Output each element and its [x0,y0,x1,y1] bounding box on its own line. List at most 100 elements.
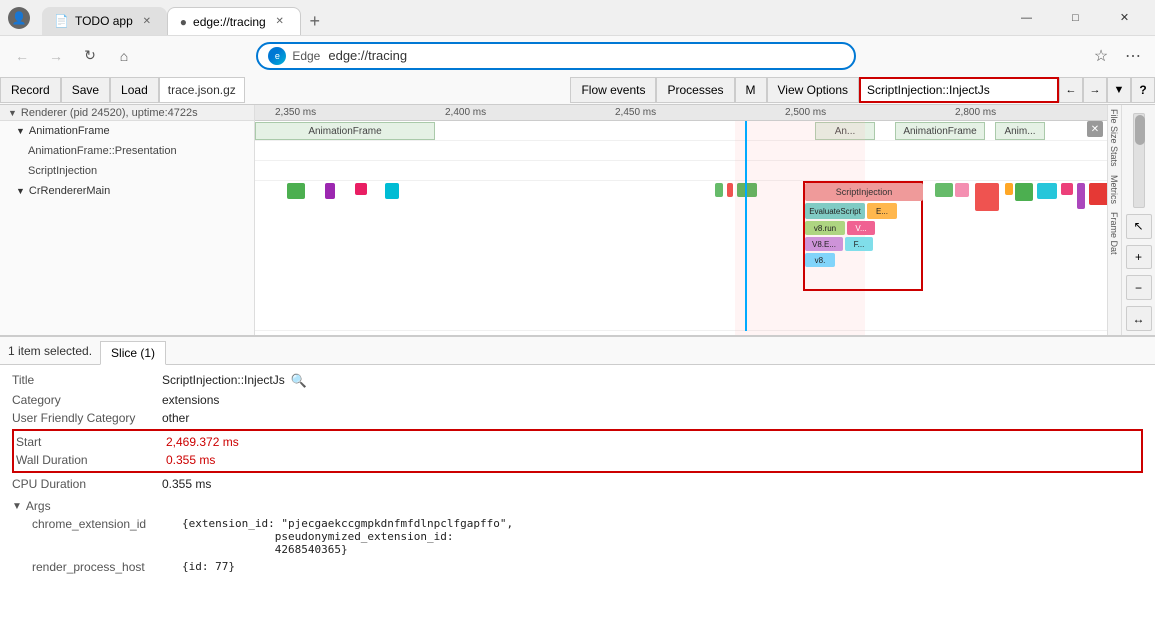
cr-block-green2[interactable] [715,183,723,197]
zoom-out-tool[interactable]: − [1126,275,1152,300]
slice-tab[interactable]: Slice (1) [100,341,166,365]
tab-todo-close[interactable]: ✕ [139,13,155,29]
view-options-button[interactable]: View Options [767,77,859,103]
v-block[interactable]: V... [847,221,875,235]
ms-label-3: 2,450 ms [615,107,656,118]
cr-block-green5[interactable] [1015,183,1033,201]
cr-block-pink3[interactable] [1061,183,1073,195]
wall-duration-label: Wall Duration [16,453,166,467]
evaluate-script-block[interactable]: EvaluateScript [805,203,865,219]
script-injection-label: ScriptInjection [28,165,97,177]
renderer-arrow: ▼ [8,108,17,118]
search-help-button[interactable]: ? [1131,77,1155,103]
args-arrow[interactable]: ▼ [12,501,22,512]
m-button[interactable]: M [735,77,767,103]
maximize-button[interactable]: □ [1053,2,1098,34]
cr-renderer-label: CrRendererMain [29,185,110,197]
anim-presentation-track[interactable] [255,141,1107,161]
search-link-icon[interactable]: 🔍 [291,373,307,389]
tab-todo[interactable]: 📄 TODO app ✕ [42,7,167,35]
file-size-stats-label[interactable]: File Size Stats [1108,105,1121,171]
v8-run-block[interactable]: v8.run [805,221,845,235]
user-friendly-label: User Friendly Category [12,411,162,425]
cr-block-orange1[interactable] [1005,183,1013,195]
user-friendly-row: User Friendly Category other [12,409,1143,427]
args-val-1: {extension_id: "pjecgaekccgmpkdnfmfdlnpc… [182,517,513,556]
title-field-label: Title [12,373,162,387]
load-button[interactable]: Load [110,77,159,103]
panel-content: Title ScriptInjection::InjectJs 🔍 Catego… [0,365,1155,582]
metrics-label[interactable]: Metrics [1108,171,1121,208]
vscrollbar[interactable] [1133,113,1145,208]
cr-block-purple1[interactable] [325,183,335,199]
cr-block-red3[interactable] [1089,183,1107,205]
profile-icon[interactable]: 👤 [8,7,30,29]
edge-logo: e [268,47,286,65]
cr-block-purple2[interactable] [1077,183,1085,209]
v8-block2[interactable]: v8. [805,253,835,267]
cr-block-red2[interactable] [975,183,999,211]
args-key-1: chrome_extension_id [32,517,182,556]
ms-label-1: 2,350 ms [275,107,316,118]
pointer-tool[interactable]: ↖ [1126,214,1152,239]
cr-block-teal2[interactable] [1037,183,1057,199]
search-prev-button[interactable]: ← [1059,77,1083,103]
close-button[interactable]: ✕ [1102,2,1147,34]
record-button[interactable]: Record [0,77,61,103]
minimize-button[interactable]: — [1004,2,1049,34]
cr-renderer-row[interactable]: ▼ CrRendererMain [0,181,254,201]
cr-block-green4[interactable] [935,183,953,197]
renderer-row: ▼ Renderer (pid 24520), uptime:4722s [0,105,254,121]
cr-block-green3[interactable] [737,183,757,197]
frame-dat-label[interactable]: Frame Dat [1108,208,1121,259]
script-injection-track[interactable] [255,161,1107,181]
e-block[interactable]: E... [867,203,897,219]
search-box[interactable]: ScriptInjection::InjectJs [859,77,1059,103]
tab-tracing[interactable]: ● edge://tracing ✕ [167,7,301,35]
timeline-close-button[interactable]: ✕ [1087,121,1103,137]
cr-block-green1[interactable] [287,183,305,199]
forward-button[interactable]: → [42,42,70,70]
anim-frame-label: AnimationFrame [29,125,110,137]
new-tab-button[interactable]: + [301,7,329,35]
anim-frame-track[interactable]: AnimationFrame An... AnimationFrame Anim… [255,121,1107,141]
side-labels-panel: File Size Stats Metrics Frame Dat [1107,105,1121,335]
search-next-button[interactable]: → [1083,77,1107,103]
flow-events-button[interactable]: Flow events [570,77,656,103]
cr-renderer-track[interactable]: ScriptInjection EvaluateScript E... v8.r… [255,181,1107,331]
cpu-duration-row: CPU Duration 0.355 ms [12,475,1143,493]
home-button[interactable]: ⌂ [110,42,138,70]
vscrollbar-thumb[interactable] [1135,115,1145,145]
renderer-label: Renderer (pid 24520), uptime:4722s [21,107,198,119]
cr-block-teal1[interactable] [385,183,399,199]
window-controls: — □ ✕ [1004,2,1147,34]
tab-tracing-label: edge://tracing [193,15,266,29]
search-more-button[interactable]: ▼ [1107,77,1131,103]
back-button[interactable]: ← [8,42,36,70]
save-button[interactable]: Save [61,77,110,103]
cr-block-pink2[interactable] [955,183,969,197]
fit-tool[interactable]: ↔ [1126,306,1152,331]
v8e-block[interactable]: V8.E... [805,237,843,251]
zoom-in-tool[interactable]: + [1126,245,1152,270]
favorites-button[interactable]: ☆ [1087,42,1115,70]
reload-button[interactable]: ↻ [76,42,104,70]
settings-button[interactable]: ⋯ [1119,42,1147,70]
title-bar: 👤 📄 TODO app ✕ ● edge://tracing ✕ + — □ … [0,0,1155,35]
f-block[interactable]: F... [845,237,873,251]
title-row: Title ScriptInjection::InjectJs 🔍 [12,371,1143,391]
script-injection-block[interactable]: ScriptInjection [805,183,923,201]
url-text: edge://tracing [328,48,407,63]
url-bar[interactable]: e Edge edge://tracing [256,42,856,70]
anim-frame-row[interactable]: ▼ AnimationFrame [0,121,254,141]
tab-tracing-close[interactable]: ✕ [272,14,288,30]
args-row-2: render_process_host {id: 77} [12,558,1143,576]
cr-block-pink1[interactable] [355,183,367,195]
cpu-duration-label: CPU Duration [12,477,162,491]
script-injection-row: ScriptInjection [0,161,254,181]
cr-block-red1[interactable] [727,183,733,197]
address-bar: ← → ↻ ⌂ e Edge edge://tracing ☆ ⋯ [0,35,1155,75]
cpu-duration-value: 0.355 ms [162,477,211,491]
processes-button[interactable]: Processes [656,77,734,103]
script-injection-highlight-box[interactable]: ScriptInjection EvaluateScript E... v8.r… [803,181,923,291]
